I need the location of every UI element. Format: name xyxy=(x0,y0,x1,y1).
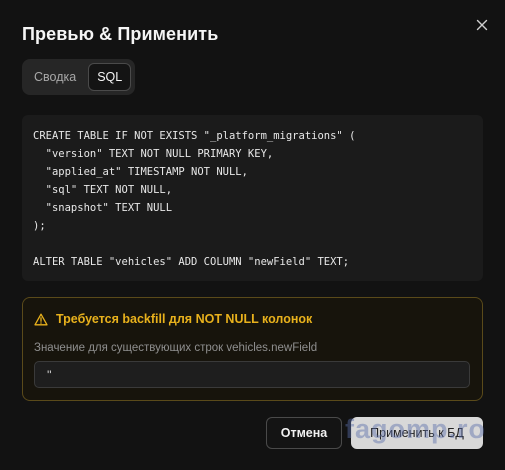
apply-to-db-button[interactable]: Применить к БД xyxy=(351,417,483,449)
close-button[interactable] xyxy=(471,14,493,36)
warning-title: Требуется backfill для NOT NULL колонок xyxy=(56,312,313,326)
warning-triangle-icon xyxy=(34,313,48,325)
cancel-button[interactable]: Отмена xyxy=(266,417,342,449)
view-tabs: Сводка SQL xyxy=(22,59,136,95)
sql-code-panel: CREATE TABLE IF NOT EXISTS "_platform_mi… xyxy=(22,115,483,281)
sql-code: CREATE TABLE IF NOT EXISTS "_platform_mi… xyxy=(33,130,356,268)
dialog-title: Превью & Применить xyxy=(22,24,219,44)
warning-header: Требуется backfill для NOT NULL колонок xyxy=(34,312,312,326)
backfill-value-input[interactable] xyxy=(34,361,470,388)
backfill-field-label: Значение для существующих строк vehicles… xyxy=(34,342,318,354)
tab-summary[interactable]: Сводка xyxy=(26,63,84,91)
preview-apply-dialog: Превью & Применить Сводка SQL CREATE TAB… xyxy=(0,0,505,470)
tab-sql[interactable]: SQL xyxy=(88,63,132,91)
close-icon xyxy=(476,19,488,31)
backfill-warning-panel: Требуется backfill для NOT NULL колонок … xyxy=(22,297,483,401)
